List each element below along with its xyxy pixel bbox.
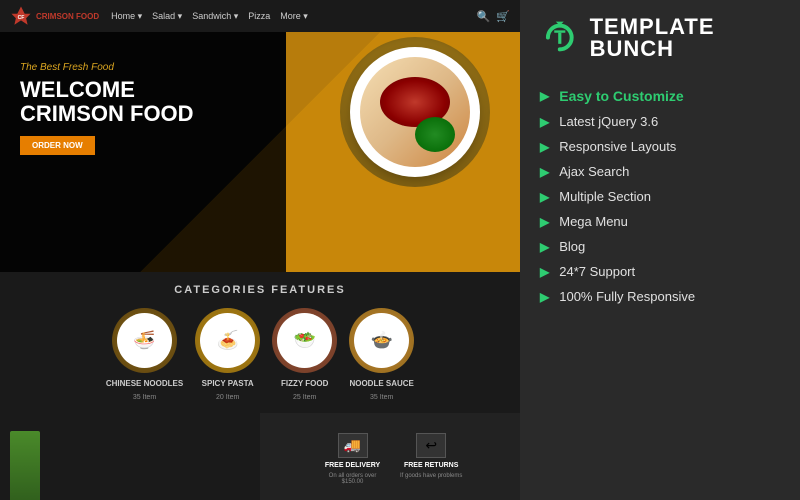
svg-text:CF: CF (18, 15, 25, 21)
feature-label-8: 24*7 Support (559, 264, 635, 279)
website-preview: CF CRIMSON FOOD Home ▾ Salad ▾ Sandwich … (0, 0, 520, 500)
badge-title-delivery: FREE DELIVERY (325, 462, 380, 469)
nav-pizza[interactable]: Pizza (248, 11, 270, 22)
nav-sandwich[interactable]: Sandwich ▾ (192, 11, 238, 22)
food-emoji-3: 🥗 (277, 313, 332, 368)
list-item[interactable]: 🥗 FIZZY FOOD 25 Item (272, 308, 337, 401)
features-list: ▶ Easy to Customize ▶ Latest jQuery 3.6 … (540, 88, 780, 304)
nav-salad[interactable]: Salad ▾ (152, 11, 182, 22)
bottom-section: 🚚 FREE DELIVERY On all orders over $150.… (0, 413, 520, 500)
category-image-4: 🍲 (349, 308, 414, 373)
food-emoji-1: 🍜 (117, 313, 172, 368)
nav-home[interactable]: Home ▾ (111, 11, 142, 22)
hero-subtitle: The Best Fresh Food (20, 62, 194, 73)
bottom-badges: 🚚 FREE DELIVERY On all orders over $150.… (260, 413, 477, 500)
list-item[interactable]: 🍲 NOODLE SAUCE 35 Item (349, 308, 414, 401)
hero-food-image (340, 37, 490, 187)
category-count-1: 35 Item (133, 394, 156, 401)
search-icon[interactable]: 🔍 (477, 10, 491, 23)
feature-label-7: Blog (559, 239, 585, 254)
category-count-3: 25 Item (293, 394, 316, 401)
badge-desc-delivery: On all orders over $150.00 (320, 473, 385, 485)
food-emoji-2: 🍝 (200, 313, 255, 368)
list-item: ↩ FREE RETURNS If goods have problems (400, 433, 462, 496)
category-image-3: 🥗 (272, 308, 337, 373)
category-name-4: NOODLE SAUCE (349, 379, 413, 388)
plant-decoration (10, 431, 40, 500)
arrow-icon-5: ▶ (540, 190, 549, 204)
right-panel: TEMPLATE BUNCH ▶ Easy to Customize ▶ Lat… (520, 0, 800, 500)
nav-links[interactable]: Home ▾ Salad ▾ Sandwich ▾ Pizza More ▾ (111, 11, 308, 22)
arrow-icon-2: ▶ (540, 115, 549, 129)
hero-cta-button[interactable]: ORDER NOW (20, 136, 95, 155)
arrow-icon-8: ▶ (540, 265, 549, 279)
brand-header: TEMPLATE BUNCH (540, 15, 780, 70)
category-count-2: 20 Item (216, 394, 239, 401)
site-name-text: CRIMSON FOOD (36, 12, 99, 21)
list-item[interactable]: 🍜 CHINESE NOODLES 35 Item (106, 308, 183, 401)
list-item: ▶ Latest jQuery 3.6 (540, 114, 780, 129)
list-item: ▶ Blog (540, 239, 780, 254)
list-item: ▶ Responsive Layouts (540, 139, 780, 154)
templatebunch-logo (540, 15, 580, 60)
arrow-icon-6: ▶ (540, 215, 549, 229)
category-name-2: SPICY PASTA (202, 379, 254, 388)
list-item: ▶ Multiple Section (540, 189, 780, 204)
category-count-4: 35 Item (370, 394, 393, 401)
categories-section: CATEGORIES FEATURES 🍜 CHINESE NOODLES 35… (0, 272, 520, 413)
nav-action-icons: 🔍 🛒 (477, 10, 510, 23)
food-emoji-4: 🍲 (354, 313, 409, 368)
feature-label-4: Ajax Search (559, 164, 629, 179)
list-item: 🚚 FREE DELIVERY On all orders over $150.… (320, 433, 385, 496)
categories-title: CATEGORIES FEATURES (15, 284, 505, 296)
arrow-icon-7: ▶ (540, 240, 549, 254)
feature-label-1: Easy to Customize (559, 88, 683, 104)
site-logo: CF CRIMSON FOOD (10, 5, 99, 27)
bottom-left-decor (0, 413, 260, 500)
arrow-icon-4: ▶ (540, 165, 549, 179)
category-image-1: 🍜 (112, 308, 177, 373)
hero-title: WELCOME CRIMSON FOOD (20, 78, 194, 126)
arrow-icon-9: ▶ (540, 290, 549, 304)
list-item: ▶ Easy to Customize (540, 88, 780, 104)
brand-name-text: TEMPLATE BUNCH (590, 16, 780, 60)
list-item: ▶ 24*7 Support (540, 264, 780, 279)
badge-title-returns: FREE RETURNS (404, 462, 458, 469)
feature-label-2: Latest jQuery 3.6 (559, 114, 658, 129)
category-grid: 🍜 CHINESE NOODLES 35 Item 🍝 SPICY PASTA … (15, 308, 505, 401)
list-item[interactable]: 🍝 SPICY PASTA 20 Item (195, 308, 260, 401)
arrow-icon-1: ▶ (540, 89, 549, 103)
list-item: ▶ Ajax Search (540, 164, 780, 179)
nav-more[interactable]: More ▾ (280, 11, 308, 22)
category-name-3: FIZZY FOOD (281, 379, 328, 388)
delivery-icon: 🚚 (338, 433, 368, 458)
returns-icon: ↩ (416, 433, 446, 458)
list-item: ▶ 100% Fully Responsive (540, 289, 780, 304)
cart-icon[interactable]: 🛒 (496, 10, 510, 23)
feature-label-9: 100% Fully Responsive (559, 289, 695, 304)
site-navbar: CF CRIMSON FOOD Home ▾ Salad ▾ Sandwich … (0, 0, 520, 32)
hero-content: The Best Fresh Food WELCOME CRIMSON FOOD… (20, 62, 194, 155)
badge-desc-returns: If goods have problems (400, 473, 462, 479)
feature-label-6: Mega Menu (559, 214, 628, 229)
list-item: ▶ Mega Menu (540, 214, 780, 229)
feature-label-3: Responsive Layouts (559, 139, 676, 154)
category-name-1: CHINESE NOODLES (106, 379, 183, 388)
food-item-garnish (415, 117, 455, 152)
category-image-2: 🍝 (195, 308, 260, 373)
arrow-icon-3: ▶ (540, 140, 549, 154)
feature-label-5: Multiple Section (559, 189, 651, 204)
food-plate (350, 47, 480, 177)
brand-name-container: TEMPLATE BUNCH (590, 16, 780, 60)
hero-section: The Best Fresh Food WELCOME CRIMSON FOOD… (0, 32, 520, 272)
